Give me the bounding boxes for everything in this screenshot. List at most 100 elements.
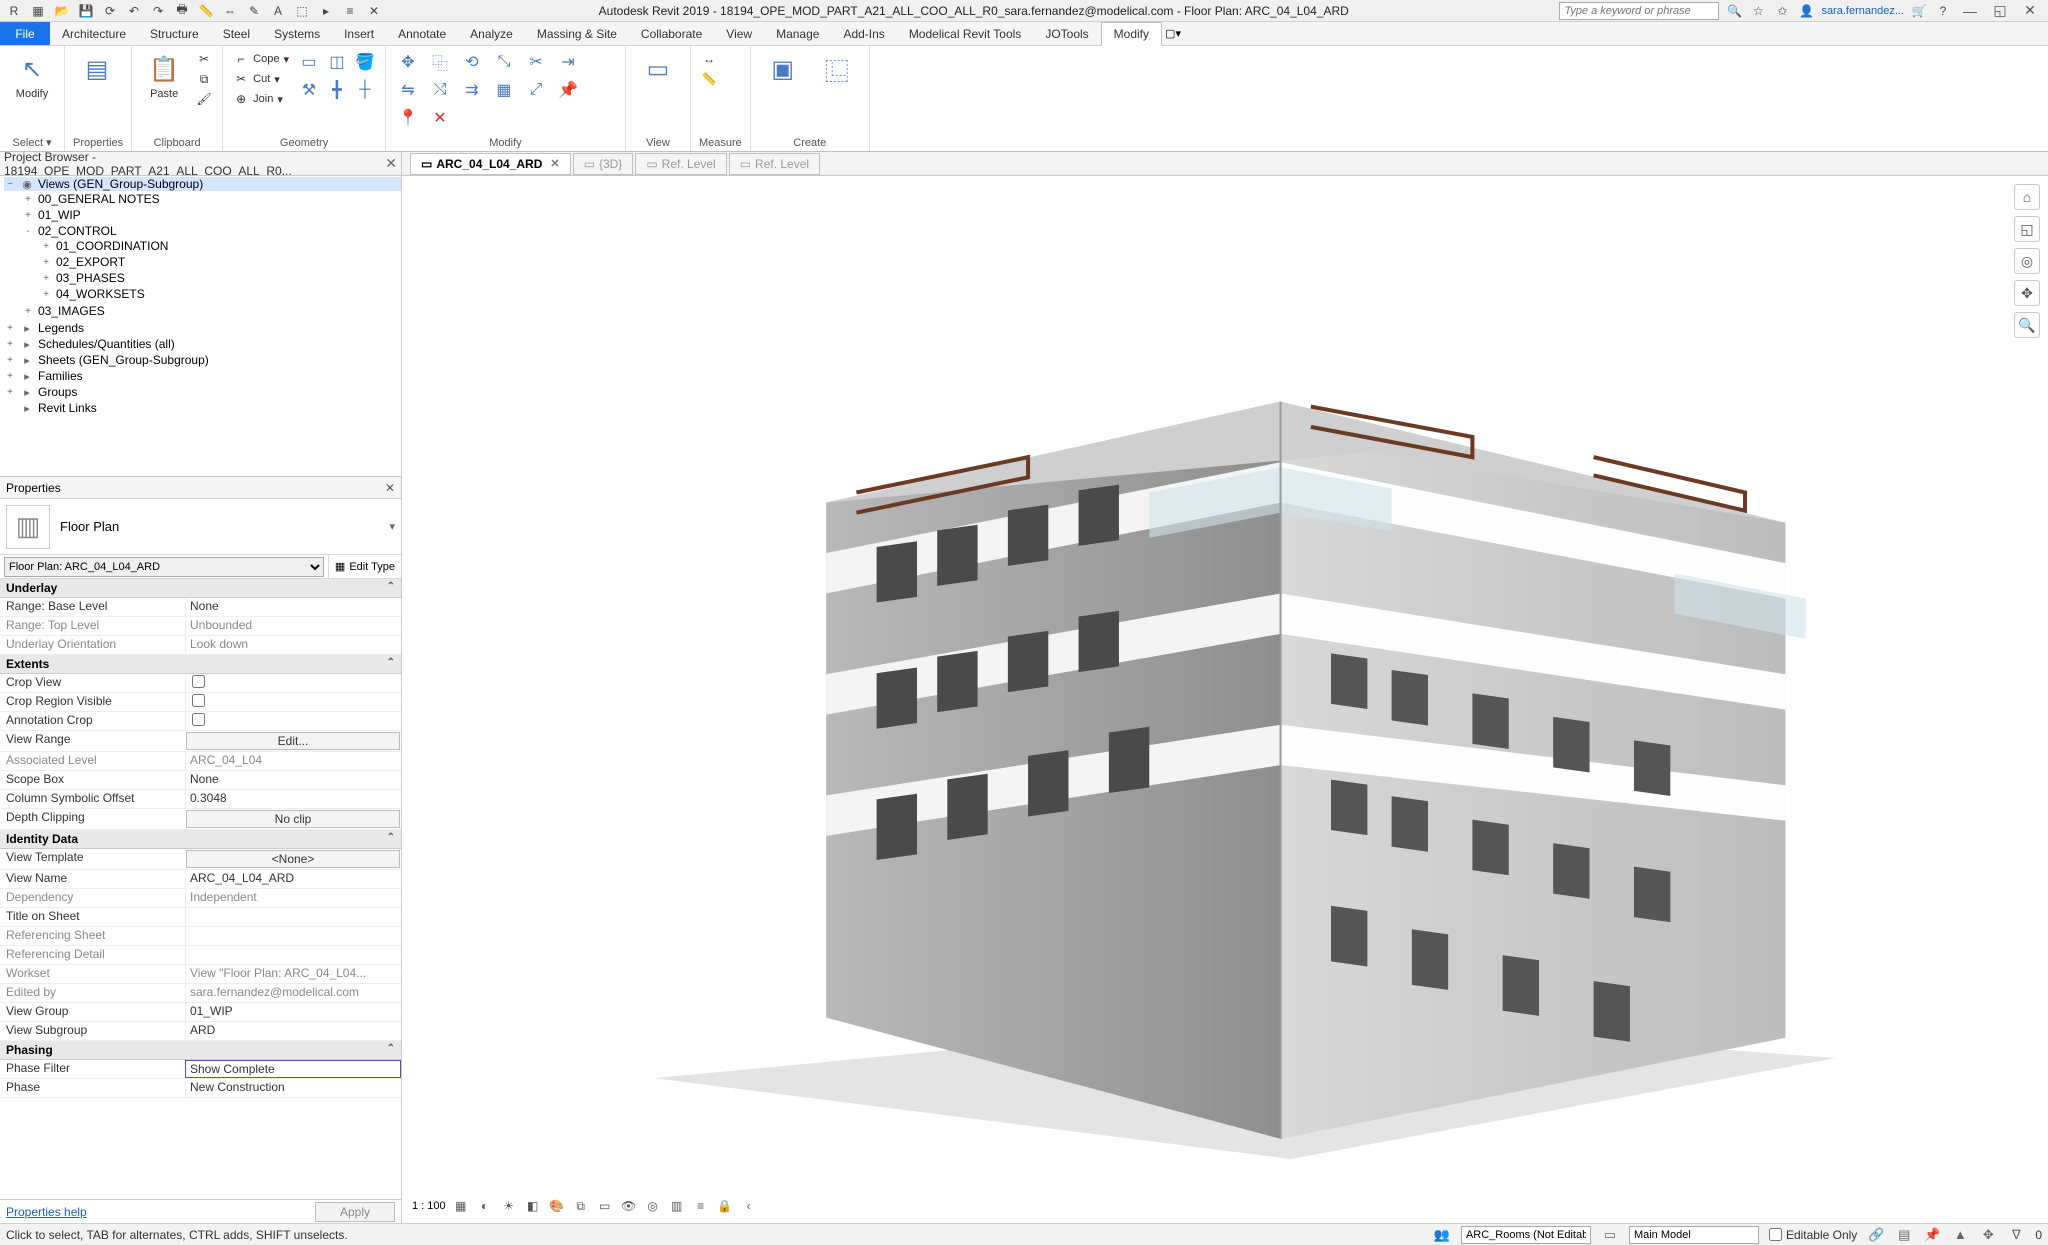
wall-join-icon[interactable]: ┼ (353, 78, 377, 102)
split-icon[interactable]: ✂ (522, 50, 550, 74)
view-scale[interactable]: 1 : 100 (412, 1200, 446, 1212)
tab-annotate[interactable]: Annotate (386, 22, 458, 45)
prop-group-header[interactable]: Identity Data⌃ (0, 830, 401, 849)
modify-tool-button[interactable]: ↖ Modify (8, 50, 56, 102)
user-icon[interactable]: 👤 (1797, 2, 1815, 20)
tree-node[interactable]: +02_EXPORT (40, 255, 401, 269)
prop-group-header[interactable]: Underlay⌃ (0, 579, 401, 598)
measure-icon[interactable]: 📏 (196, 2, 216, 20)
workset-icon[interactable]: 👥 (1433, 1226, 1451, 1244)
3d-icon[interactable]: ⬚ (292, 2, 312, 20)
properties-grid[interactable]: Underlay⌃Range: Base LevelNoneRange: Top… (0, 579, 401, 1199)
prop-group-header[interactable]: Phasing⌃ (0, 1041, 401, 1060)
prop-row[interactable]: Edited bysara.fernandez@modelical.com (0, 984, 401, 1003)
move-icon[interactable]: ✥ (394, 50, 422, 74)
properties-button[interactable]: ▤ . (73, 50, 121, 102)
thin-lines-icon[interactable]: ≡ (340, 2, 360, 20)
restore-button[interactable]: ◱ (1988, 2, 2012, 20)
apply-button[interactable]: Apply (315, 1202, 395, 1222)
undo-icon[interactable]: ↶ (124, 2, 144, 20)
design-option-select[interactable] (1629, 1226, 1759, 1244)
tab-massing-site[interactable]: Massing & Site (525, 22, 629, 45)
prop-row[interactable]: View NameARC_04_L04_ARD (0, 870, 401, 889)
help-icon[interactable]: ? (1934, 2, 1952, 20)
tab-view[interactable]: View (714, 22, 764, 45)
drag-elements-icon[interactable]: ✥ (1979, 1226, 1997, 1244)
sync-icon[interactable]: ⟳ (100, 2, 120, 20)
tag-icon[interactable]: ✎ (244, 2, 264, 20)
tab-steel[interactable]: Steel (211, 22, 262, 45)
tree-node[interactable]: +▸Legends (4, 321, 401, 335)
offset-icon[interactable]: ⇉ (458, 78, 486, 102)
editable-only-checkbox[interactable]: Editable Only (1769, 1228, 1857, 1242)
create-group-button[interactable]: ▣ (759, 50, 807, 88)
search-input[interactable] (1559, 2, 1719, 20)
tab-collaborate[interactable]: Collaborate (629, 22, 714, 45)
match-type-button[interactable]: 🖌 (194, 90, 214, 108)
instance-select[interactable]: Floor Plan: ARC_04_L04_ARD (4, 557, 324, 577)
type-dropdown-icon[interactable]: ▾ (389, 520, 395, 533)
mirror-draw-icon[interactable]: ⤭ (426, 78, 454, 102)
delete-icon[interactable]: ✕ (426, 106, 454, 130)
prop-row[interactable]: Range: Base LevelNone (0, 598, 401, 617)
section-icon[interactable]: ▸ (316, 2, 336, 20)
shadows-icon[interactable]: ◧ (524, 1197, 542, 1215)
prop-row[interactable]: View Group01_WIP (0, 1003, 401, 1022)
file-tab[interactable]: File (0, 22, 50, 45)
copy-icon[interactable]: ⿻ (426, 50, 454, 74)
tab-systems[interactable]: Systems (262, 22, 332, 45)
cope-button[interactable]: ⌐Cope ▾ (231, 50, 291, 68)
prop-row[interactable]: Crop Region Visible (0, 693, 401, 712)
prop-group-header[interactable]: Extents⌃ (0, 655, 401, 674)
tab-jotools[interactable]: JOTools (1033, 22, 1100, 45)
tab-analyze[interactable]: Analyze (458, 22, 525, 45)
trim-icon[interactable]: ⤡ (490, 50, 518, 74)
tree-node[interactable]: +04_WORKSETS (40, 287, 401, 301)
revit-logo-icon[interactable]: R (4, 2, 24, 20)
dim-icon[interactable]: ⇔ (220, 2, 240, 20)
tree-node[interactable]: +01_COORDINATION (40, 239, 401, 253)
visual-style-icon[interactable]: ◐ (476, 1197, 494, 1215)
view-tab[interactable]: ▭ {3D} (573, 153, 634, 175)
prop-checkbox[interactable] (192, 713, 205, 726)
close-properties-button[interactable]: ✕ (385, 481, 395, 495)
properties-help-link[interactable]: Properties help (6, 1205, 87, 1219)
new-icon[interactable]: ▦ (28, 2, 48, 20)
tab-insert[interactable]: Insert (332, 22, 386, 45)
pin-icon[interactable]: 📌 (554, 78, 582, 102)
crop-visible-icon[interactable]: ▭ (596, 1197, 614, 1215)
tab-add-ins[interactable]: Add-Ins (831, 22, 896, 45)
view-canvas[interactable]: ⌂ ◱ ◎ ✥ 🔍 1 : 100 ▦ ◐ ☀ ◧ 🎨 ⧉ ▭ 👁 ◎ ▥ ≡ … (402, 176, 2048, 1223)
tree-node[interactable]: +03_IMAGES (22, 304, 401, 318)
ribbon-help-icon[interactable]: ▢▾ (1162, 22, 1184, 45)
mirror-axis-icon[interactable]: ⇋ (394, 78, 422, 102)
filter-icon[interactable]: ∇ (2007, 1226, 2025, 1244)
prop-row[interactable]: Title on Sheet (0, 908, 401, 927)
tree-node[interactable]: +01_WIP (22, 208, 401, 222)
constraints-icon[interactable]: 🔒 (716, 1197, 734, 1215)
aligned-dim-button[interactable]: ↔ (699, 50, 719, 68)
caret-icon[interactable]: ‹ (740, 1197, 758, 1215)
prop-row[interactable]: View Template<None> (0, 849, 401, 870)
nav-pan-icon[interactable]: ✥ (2014, 280, 2040, 306)
join-button[interactable]: ⊕Join ▾ (231, 90, 291, 108)
tab-modify[interactable]: Modify (1101, 22, 1162, 46)
rendering-icon[interactable]: 🎨 (548, 1197, 566, 1215)
tree-node[interactable]: +00_GENERAL NOTES (22, 192, 401, 206)
split-face-icon[interactable]: ◫ (325, 50, 349, 74)
prop-row[interactable]: Annotation Crop (0, 712, 401, 731)
prop-checkbox[interactable] (192, 675, 205, 688)
tree-node[interactable]: ▸Revit Links (4, 401, 401, 415)
print-icon[interactable]: 🖶 (172, 2, 192, 20)
active-workset-select[interactable] (1461, 1226, 1591, 1244)
select-pinned-icon[interactable]: 📌 (1923, 1226, 1941, 1244)
tree-node[interactable]: +▸Families (4, 369, 401, 383)
prop-row[interactable]: Column Symbolic Offset0.3048 (0, 790, 401, 809)
prop-row[interactable]: Depth ClippingNo clip (0, 809, 401, 830)
close-inactive-icon[interactable]: ✕ (364, 2, 384, 20)
array-icon[interactable]: ▦ (490, 78, 518, 102)
prop-row[interactable]: WorksetView "Floor Plan: ARC_04_L04... (0, 965, 401, 984)
user-name[interactable]: sara.fernandez... (1821, 5, 1904, 17)
view-tab[interactable]: ▭ Ref. Level (729, 153, 820, 175)
view-tab[interactable]: ▭ Ref. Level (635, 153, 726, 175)
